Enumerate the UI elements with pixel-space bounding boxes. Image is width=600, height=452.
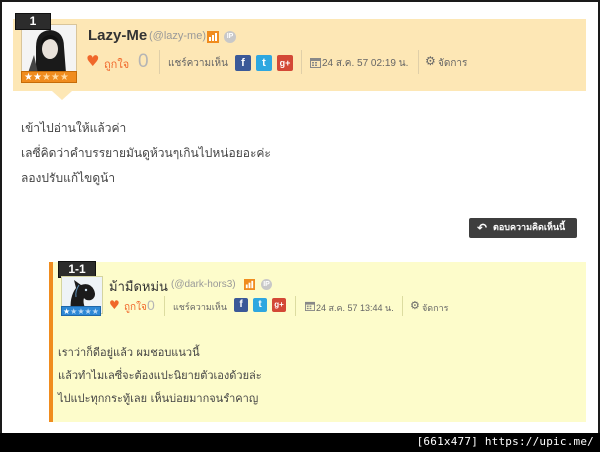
twitter-icon[interactable]: t — [253, 298, 267, 312]
divider — [164, 296, 165, 316]
reply-username-link[interactable]: ม้ามืดหม่น — [109, 276, 168, 297]
reply-rank-stars: ★★★★★ — [61, 306, 101, 316]
comment-line: เข้าไปอ่านให้แล้วค่า — [21, 121, 127, 135]
rank-stars: ★★★★★ — [21, 71, 77, 83]
divider — [418, 50, 419, 74]
avatar[interactable] — [21, 24, 77, 74]
writer-badge-icon — [207, 31, 219, 43]
googleplus-icon[interactable]: g+ — [277, 55, 293, 71]
star-icon: ★ — [41, 72, 51, 83]
star-icon: ★ — [32, 72, 42, 83]
reply-line: แล้วทำไมเลซี่จะต้องแปะนิยายตัวเองด้วยล่ะ — [58, 369, 262, 382]
star-icon: ★ — [84, 307, 92, 316]
reply-line: ไปแปะทุกกระทู้เลย เห็นบ่อยมากจนรำคาญ — [58, 392, 259, 405]
like-count: 0 — [147, 297, 155, 313]
share-label: แชร์ความเห็น — [168, 58, 228, 69]
user-handle[interactable]: (@lazy-me) — [149, 30, 206, 42]
comment-line: เลซี่คิดว่าคำบรรยายมันดูห้วนๆเกินไปหน่อย… — [21, 146, 271, 160]
ip-icon: IP — [224, 31, 236, 43]
avatar-portrait-icon — [22, 25, 76, 73]
manage-link[interactable]: จัดการ — [438, 56, 467, 71]
writer-badge-icon — [244, 279, 255, 290]
reply-line: เราว่าก็ดีอยู่แล้ว ผมชอบแนวนี้ — [58, 346, 200, 359]
username-link[interactable]: Lazy-Me — [88, 27, 147, 44]
ip-icon: IP — [261, 279, 272, 290]
star-icon: ★ — [59, 72, 69, 83]
divider — [301, 50, 302, 74]
watermark-text: [661x477] https://upic.me/ — [416, 435, 594, 448]
twitter-icon[interactable]: t — [256, 55, 272, 71]
comment-date: 24 ส.ค. 57 02:19 น. — [322, 58, 409, 69]
reply-button[interactable]: ↶ ตอบความคิดเห็นนี้ — [469, 218, 577, 238]
like-count: 0 — [138, 51, 149, 72]
reply-date: 24 ส.ค. 57 13:44 น. — [316, 303, 394, 313]
comment-header-pointer — [52, 91, 72, 100]
facebook-icon[interactable]: f — [234, 298, 248, 312]
star-icon: ★ — [77, 307, 85, 316]
heart-icon[interactable]: ♥ — [109, 298, 120, 312]
share-label: แชร์ความเห็น — [173, 302, 227, 312]
manage-link[interactable]: จัดการ — [422, 301, 448, 315]
googleplus-icon[interactable]: g+ — [272, 298, 286, 312]
like-button[interactable]: ถูกใจ — [104, 55, 129, 73]
calendar-icon — [310, 58, 321, 68]
divider — [159, 50, 160, 74]
star-icon: ★ — [24, 72, 33, 83]
star-icon: ★ — [91, 307, 99, 316]
comment-line: ลองปรับแก้ไขดูน้า — [21, 171, 116, 185]
divider — [295, 296, 296, 316]
reply-button-label: ตอบความคิดเห็นนี้ — [493, 223, 566, 233]
comment-number-badge: 1 — [15, 13, 51, 30]
facebook-icon[interactable]: f — [235, 55, 251, 71]
star-icon: ★ — [50, 72, 60, 83]
gear-icon[interactable]: ⚙ — [410, 299, 420, 312]
reply-arrow-icon: ↶ — [477, 221, 488, 235]
gear-icon[interactable]: ⚙ — [425, 54, 436, 68]
like-button[interactable]: ถูกใจ — [124, 300, 147, 315]
reply-user-handle[interactable]: (@dark-hors3) — [171, 279, 236, 290]
divider — [402, 296, 403, 316]
heart-icon[interactable]: ♥ — [86, 52, 99, 70]
calendar-icon — [305, 301, 315, 311]
